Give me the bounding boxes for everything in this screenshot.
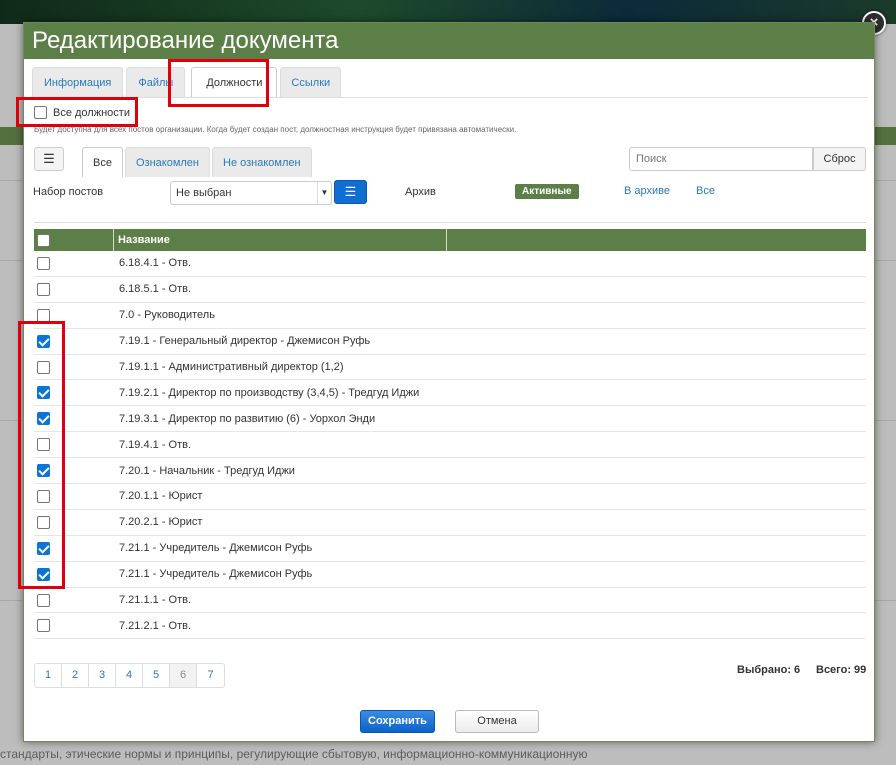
- table-row[interactable]: 7.21.1.1 - Отв.: [34, 588, 866, 614]
- archive-in-filter[interactable]: В архиве: [624, 185, 670, 197]
- page-7[interactable]: 7: [197, 664, 224, 687]
- post-set-label: Набор постов: [33, 186, 104, 198]
- table-row[interactable]: 7.21.1 - Учредитель - Джемисон Руфь: [34, 536, 866, 562]
- row-checkbox[interactable]: [37, 412, 50, 426]
- total-count: Всего: 99: [816, 664, 867, 676]
- section-divider: [34, 222, 866, 223]
- archive-label: Архив: [405, 186, 436, 198]
- row-checkbox[interactable]: [37, 334, 50, 348]
- all-positions-option[interactable]: Все должности: [34, 106, 130, 119]
- table-row[interactable]: 7.19.2.1 - Директор по производству (3,4…: [34, 380, 866, 407]
- pagination: 1234567: [34, 663, 225, 688]
- archive-all-filter[interactable]: Все: [696, 185, 715, 197]
- page-5[interactable]: 5: [143, 664, 170, 687]
- row-name: 7.19.1.1 - Административный директор (1,…: [119, 361, 344, 373]
- tab-info[interactable]: Информация: [32, 67, 124, 97]
- row-checkbox[interactable]: [37, 567, 50, 581]
- all-positions-checkbox[interactable]: [34, 106, 47, 119]
- row-checkbox[interactable]: [37, 256, 50, 270]
- row-checkbox[interactable]: [37, 360, 50, 374]
- modal-tabs: Информация Файлы Должности Ссылки: [32, 67, 344, 97]
- tab-files[interactable]: Файлы: [126, 67, 186, 97]
- table-row[interactable]: 7.19.1 - Генеральный директор - Джемисон…: [34, 329, 866, 355]
- post-set-list-button[interactable]: ☰: [334, 180, 367, 204]
- row-checkbox[interactable]: [37, 541, 50, 555]
- row-name: 7.0 - Руководитель: [119, 309, 215, 322]
- background-banner: [0, 0, 896, 24]
- row-checkbox[interactable]: [37, 464, 50, 478]
- table-row[interactable]: 6.18.5.1 - Отв.: [34, 277, 866, 303]
- selected-count: Выбрано: 6: [737, 664, 801, 676]
- row-name: 7.21.1 - Учредитель - Джемисон Руфь: [119, 542, 313, 555]
- all-positions-label: Все должности: [53, 106, 130, 119]
- positions-table: Название 6.18.4.1 - Отв. 6.18.5.1 - Отв. 7…: [34, 229, 866, 640]
- save-button[interactable]: Сохранить: [360, 710, 435, 733]
- row-checkbox[interactable]: [37, 515, 50, 529]
- edit-document-modal: Редактирование документа Информация Файл…: [23, 22, 875, 742]
- chevron-down-icon: ▼: [317, 182, 331, 204]
- list-icon: ☰: [43, 151, 55, 166]
- reset-button[interactable]: Сброс: [813, 147, 866, 171]
- row-name: 7.20.1.1 - Юрист: [119, 490, 203, 503]
- list-icon: ☰: [344, 184, 357, 199]
- page-2[interactable]: 2: [62, 664, 89, 687]
- all-positions-hint: Будет доступна для всех постов организац…: [34, 125, 517, 134]
- row-checkbox[interactable]: [37, 308, 50, 322]
- table-row[interactable]: 7.19.3.1 - Директор по развитию (6) - Уо…: [34, 406, 866, 433]
- archive-active-filter[interactable]: Активные: [515, 184, 579, 199]
- row-checkbox[interactable]: [37, 282, 50, 296]
- select-all-checkbox[interactable]: [37, 233, 50, 247]
- table-row[interactable]: 7.19.4.1 - Отв.: [34, 432, 866, 459]
- row-checkbox[interactable]: [37, 619, 50, 633]
- row-name: 7.19.1 - Генеральный директор - Джемисон…: [119, 335, 371, 348]
- table-header: Название: [34, 229, 866, 251]
- tab-links[interactable]: Ссылки: [280, 67, 342, 97]
- tabs-divider: [32, 97, 868, 98]
- table-row[interactable]: 7.0 - Руководитель: [34, 303, 866, 329]
- search-input[interactable]: [629, 147, 813, 171]
- post-set-value: Не выбран: [176, 187, 232, 199]
- table-row[interactable]: 7.21.2.1 - Отв.: [34, 613, 866, 640]
- filter-tabs: Все Ознакомлен Не ознакомлен: [82, 147, 314, 179]
- table-row[interactable]: 7.20.1.1 - Юрист: [34, 484, 866, 510]
- background-text: стандарты, этические нормы и принципы, р…: [0, 747, 588, 761]
- table-row[interactable]: 7.20.1 - Начальник - Тредгуд Иджи: [34, 458, 866, 485]
- cancel-button[interactable]: Отмена: [455, 710, 539, 733]
- row-checkbox[interactable]: [37, 438, 50, 452]
- column-name-header: Название: [114, 229, 447, 251]
- row-name: 7.21.1 - Учредитель - Джемисон Руфь: [119, 568, 313, 581]
- tab-all[interactable]: Все: [82, 147, 123, 177]
- page-3[interactable]: 3: [89, 664, 116, 687]
- tab-acquainted[interactable]: Ознакомлен: [124, 147, 210, 177]
- row-name: 7.19.4.1 - Отв.: [119, 438, 192, 451]
- page-4[interactable]: 4: [116, 664, 143, 687]
- column-settings-button[interactable]: ☰: [34, 147, 64, 171]
- page-6[interactable]: 6: [170, 664, 197, 687]
- row-name: 7.19.2.1 - Директор по производству (3,4…: [119, 386, 420, 399]
- table-row[interactable]: 7.20.2.1 - Юрист: [34, 510, 866, 536]
- row-name: 7.20.1 - Начальник - Тредгуд Иджи: [119, 464, 295, 477]
- row-name: 7.19.3.1 - Директор по развитию (6) - Уо…: [119, 412, 376, 425]
- row-name: 7.21.2.1 - Отв.: [119, 619, 192, 632]
- table-row[interactable]: 7.19.1.1 - Административный директор (1,…: [34, 355, 866, 381]
- table-body: 6.18.4.1 - Отв. 6.18.5.1 - Отв. 7.0 - Руко…: [34, 251, 866, 640]
- table-row[interactable]: 6.18.4.1 - Отв.: [34, 251, 866, 277]
- page-1[interactable]: 1: [35, 664, 62, 687]
- row-checkbox[interactable]: [37, 386, 50, 400]
- row-name: 6.18.5.1 - Отв.: [119, 283, 192, 296]
- row-checkbox[interactable]: [37, 489, 50, 503]
- tab-positions[interactable]: Должности: [191, 67, 278, 97]
- row-name: 6.18.4.1 - Отв.: [119, 257, 192, 270]
- row-name: 7.20.2.1 - Юрист: [119, 516, 203, 529]
- row-checkbox[interactable]: [37, 593, 50, 607]
- tab-not-acquainted[interactable]: Не ознакомлен: [212, 147, 312, 177]
- modal-title: Редактирование документа: [24, 23, 874, 59]
- table-row[interactable]: 7.21.1 - Учредитель - Джемисон Руфь: [34, 562, 866, 588]
- post-set-select[interactable]: Не выбран ▼: [170, 181, 332, 205]
- row-name: 7.21.1.1 - Отв.: [119, 594, 192, 607]
